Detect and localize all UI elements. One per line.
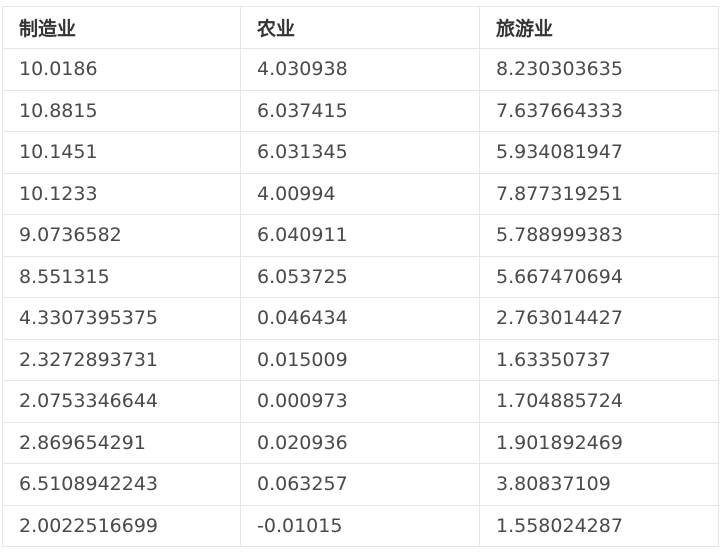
cell-manufacturing: 2.0753346644	[2, 380, 241, 423]
table-row: 10.1233 4.00994 7.877319251	[2, 172, 719, 215]
table-row: 4.3307395375 0.046434 2.763014427	[2, 297, 719, 340]
table-row: 2.3272893731 0.015009 1.63350737	[2, 338, 719, 381]
cell-agriculture: 0.000973	[240, 380, 480, 423]
cell-agriculture: 6.040911	[240, 214, 480, 257]
cell-tourism: 7.637664333	[479, 89, 719, 132]
cell-tourism: 2.763014427	[479, 297, 719, 340]
cell-manufacturing: 6.5108942243	[2, 463, 241, 506]
column-header-manufacturing: 制造业	[2, 6, 241, 49]
cell-manufacturing: 9.0736582	[2, 214, 241, 257]
table-row: 10.1451 6.031345 5.934081947	[2, 131, 719, 174]
table-row: 2.0022516699 -0.01015 1.558024287	[2, 504, 719, 547]
cell-agriculture: 0.020936	[240, 421, 480, 464]
table-row: 10.8815 6.037415 7.637664333	[2, 89, 719, 132]
cell-agriculture: 6.053725	[240, 255, 480, 298]
cell-manufacturing: 8.551315	[2, 255, 241, 298]
cell-tourism: 5.667470694	[479, 255, 719, 298]
table-row: 10.0186 4.030938 8.230303635	[2, 48, 719, 91]
table-row: 9.0736582 6.040911 5.788999383	[2, 214, 719, 257]
cell-manufacturing: 10.8815	[2, 89, 241, 132]
cell-manufacturing: 2.3272893731	[2, 338, 241, 381]
cell-manufacturing: 10.1451	[2, 131, 241, 174]
column-header-agriculture: 农业	[240, 6, 480, 49]
cell-tourism: 5.788999383	[479, 214, 719, 257]
column-header-tourism: 旅游业	[479, 6, 719, 49]
table-body: 10.0186 4.030938 8.230303635 10.8815 6.03741…	[2, 48, 719, 547]
cell-manufacturing: 4.3307395375	[2, 297, 241, 340]
cell-manufacturing: 10.0186	[2, 48, 241, 91]
cell-tourism: 3.80837109	[479, 463, 719, 506]
cell-manufacturing: 2.0022516699	[2, 504, 241, 547]
data-table-container: 制造业 农业 旅游业 10.0186 4.030938 8.230303635 10.…	[2, 6, 719, 547]
cell-manufacturing: 2.869654291	[2, 421, 241, 464]
cell-manufacturing: 10.1233	[2, 172, 241, 215]
cell-tourism: 1.901892469	[479, 421, 719, 464]
cell-tourism: 8.230303635	[479, 48, 719, 91]
cell-tourism: 7.877319251	[479, 172, 719, 215]
cell-agriculture: 0.015009	[240, 338, 480, 381]
cell-agriculture: 0.046434	[240, 297, 480, 340]
cell-agriculture: 6.031345	[240, 131, 480, 174]
header-row: 制造业 农业 旅游业	[2, 6, 719, 49]
cell-tourism: 5.934081947	[479, 131, 719, 174]
table-row: 2.0753346644 0.000973 1.704885724	[2, 380, 719, 423]
table-row: 8.551315 6.053725 5.667470694	[2, 255, 719, 298]
cell-agriculture: 4.00994	[240, 172, 480, 215]
table-row: 2.869654291 0.020936 1.901892469	[2, 421, 719, 464]
table-row: 6.5108942243 0.063257 3.80837109	[2, 463, 719, 506]
cell-agriculture: 4.030938	[240, 48, 480, 91]
cell-agriculture: 6.037415	[240, 89, 480, 132]
cell-tourism: 1.63350737	[479, 338, 719, 381]
cell-tourism: 1.558024287	[479, 504, 719, 547]
data-table: 制造业 农业 旅游业 10.0186 4.030938 8.230303635 10.…	[2, 6, 719, 547]
cell-tourism: 1.704885724	[479, 380, 719, 423]
cell-agriculture: -0.01015	[240, 504, 480, 547]
cell-agriculture: 0.063257	[240, 463, 480, 506]
table-header: 制造业 农业 旅游业	[2, 6, 719, 49]
